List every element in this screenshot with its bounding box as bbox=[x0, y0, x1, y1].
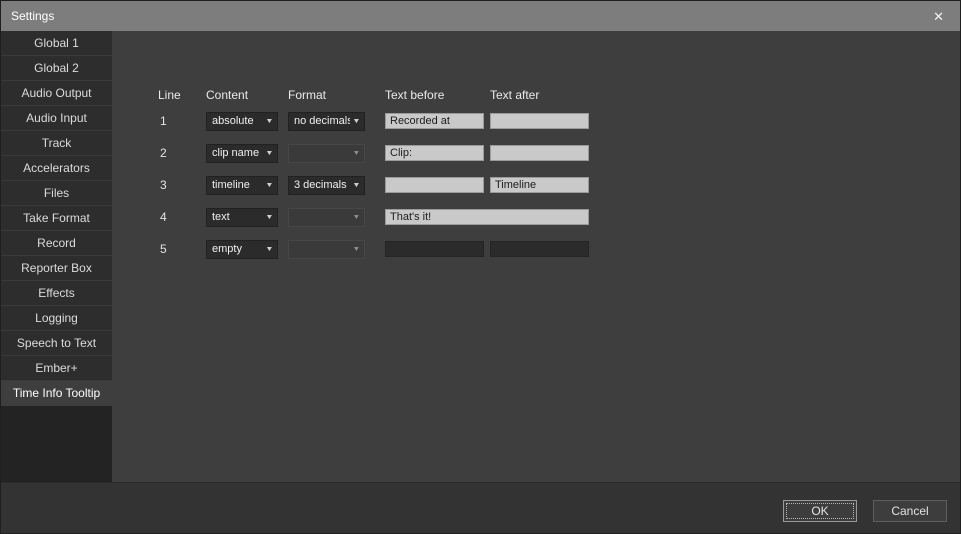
table-row: 3timeline▼3 decimals▼ bbox=[158, 169, 589, 201]
format-dropdown: ▼ bbox=[288, 208, 365, 227]
table-body: 1absolute▼no decimals▼2clip name▼▼3timel… bbox=[158, 105, 589, 265]
window-body: Global 1Global 2Audio OutputAudio InputT… bbox=[1, 31, 960, 482]
window-title: Settings bbox=[11, 9, 927, 23]
content-dropdown-value: absolute bbox=[212, 115, 263, 127]
table-header-row: LineContentFormatText beforeText after bbox=[158, 85, 589, 105]
column-header: Line bbox=[158, 88, 206, 102]
content-dropdown-value: text bbox=[212, 211, 263, 223]
sidebar-item-reporter-box[interactable]: Reporter Box bbox=[1, 256, 112, 281]
chevron-down-icon: ▼ bbox=[265, 150, 273, 157]
content-dropdown-value: timeline bbox=[212, 179, 263, 191]
text-after-input[interactable] bbox=[490, 113, 589, 129]
sidebar-item-ember-[interactable]: Ember+ bbox=[1, 356, 112, 381]
sidebar-item-accelerators[interactable]: Accelerators bbox=[1, 156, 112, 181]
chevron-down-icon: ▼ bbox=[265, 182, 273, 189]
table-row: 2clip name▼▼ bbox=[158, 137, 589, 169]
text-after-input[interactable] bbox=[490, 145, 589, 161]
content-dropdown-value: clip name bbox=[212, 147, 263, 159]
column-header: Text before bbox=[385, 88, 490, 102]
format-dropdown-value: no decimals bbox=[294, 115, 350, 127]
content-dropdown[interactable]: timeline▼ bbox=[206, 176, 278, 195]
column-header: Format bbox=[288, 88, 385, 102]
footer-bar: OK Cancel bbox=[1, 482, 960, 534]
text-before-input[interactable] bbox=[385, 145, 484, 161]
text-before-input[interactable] bbox=[385, 113, 484, 129]
format-dropdown[interactable]: no decimals▼ bbox=[288, 112, 365, 131]
content-dropdown[interactable]: clip name▼ bbox=[206, 144, 278, 163]
table-row: 5empty▼▼ bbox=[158, 233, 589, 265]
sidebar-item-global-2[interactable]: Global 2 bbox=[1, 56, 112, 81]
chevron-down-icon: ▼ bbox=[265, 214, 273, 221]
column-header: Content bbox=[206, 88, 288, 102]
ok-button[interactable]: OK bbox=[783, 500, 857, 522]
text-after-input bbox=[490, 241, 589, 257]
text-before-input[interactable] bbox=[385, 177, 484, 193]
sidebar-item-record[interactable]: Record bbox=[1, 231, 112, 256]
text-after-input[interactable] bbox=[490, 177, 589, 193]
sidebar-item-effects[interactable]: Effects bbox=[1, 281, 112, 306]
sidebar-items: Global 1Global 2Audio OutputAudio InputT… bbox=[1, 31, 112, 406]
main-panel: LineContentFormatText beforeText after 1… bbox=[112, 31, 960, 482]
chevron-down-icon: ▼ bbox=[352, 182, 360, 189]
content-dropdown[interactable]: empty▼ bbox=[206, 240, 278, 259]
text-before-input[interactable] bbox=[385, 209, 589, 225]
line-number: 4 bbox=[158, 210, 206, 224]
line-number: 1 bbox=[158, 114, 206, 128]
sidebar-item-speech-to-text[interactable]: Speech to Text bbox=[1, 331, 112, 356]
line-number: 5 bbox=[158, 242, 206, 256]
content-dropdown[interactable]: absolute▼ bbox=[206, 112, 278, 131]
content-dropdown-value: empty bbox=[212, 243, 263, 255]
cancel-button[interactable]: Cancel bbox=[873, 500, 947, 522]
chevron-down-icon: ▼ bbox=[352, 214, 360, 221]
sidebar-item-logging[interactable]: Logging bbox=[1, 306, 112, 331]
format-dropdown: ▼ bbox=[288, 144, 365, 163]
text-before-input bbox=[385, 241, 484, 257]
table-row: 4text▼▼ bbox=[158, 201, 589, 233]
chevron-down-icon: ▼ bbox=[352, 246, 360, 253]
close-icon[interactable]: ✕ bbox=[927, 8, 950, 25]
table-row: 1absolute▼no decimals▼ bbox=[158, 105, 589, 137]
column-header: Text after bbox=[490, 88, 589, 102]
sidebar-filler bbox=[1, 406, 112, 482]
sidebar-item-take-format[interactable]: Take Format bbox=[1, 206, 112, 231]
format-dropdown-value: 3 decimals bbox=[294, 179, 350, 191]
chevron-down-icon: ▼ bbox=[265, 246, 273, 253]
chevron-down-icon: ▼ bbox=[352, 118, 360, 125]
settings-window: Settings ✕ Global 1Global 2Audio OutputA… bbox=[0, 0, 961, 534]
sidebar-item-track[interactable]: Track bbox=[1, 131, 112, 156]
content-dropdown[interactable]: text▼ bbox=[206, 208, 278, 227]
line-number: 2 bbox=[158, 146, 206, 160]
line-table: LineContentFormatText beforeText after 1… bbox=[158, 85, 589, 265]
format-dropdown[interactable]: 3 decimals▼ bbox=[288, 176, 365, 195]
sidebar-item-files[interactable]: Files bbox=[1, 181, 112, 206]
sidebar-item-time-info-tooltip[interactable]: Time Info Tooltip bbox=[1, 381, 112, 406]
format-dropdown: ▼ bbox=[288, 240, 365, 259]
sidebar-item-audio-output[interactable]: Audio Output bbox=[1, 81, 112, 106]
sidebar-item-global-1[interactable]: Global 1 bbox=[1, 31, 112, 56]
sidebar-item-audio-input[interactable]: Audio Input bbox=[1, 106, 112, 131]
titlebar[interactable]: Settings ✕ bbox=[1, 1, 960, 31]
chevron-down-icon: ▼ bbox=[265, 118, 273, 125]
sidebar: Global 1Global 2Audio OutputAudio InputT… bbox=[1, 31, 112, 482]
chevron-down-icon: ▼ bbox=[352, 150, 360, 157]
line-number: 3 bbox=[158, 178, 206, 192]
